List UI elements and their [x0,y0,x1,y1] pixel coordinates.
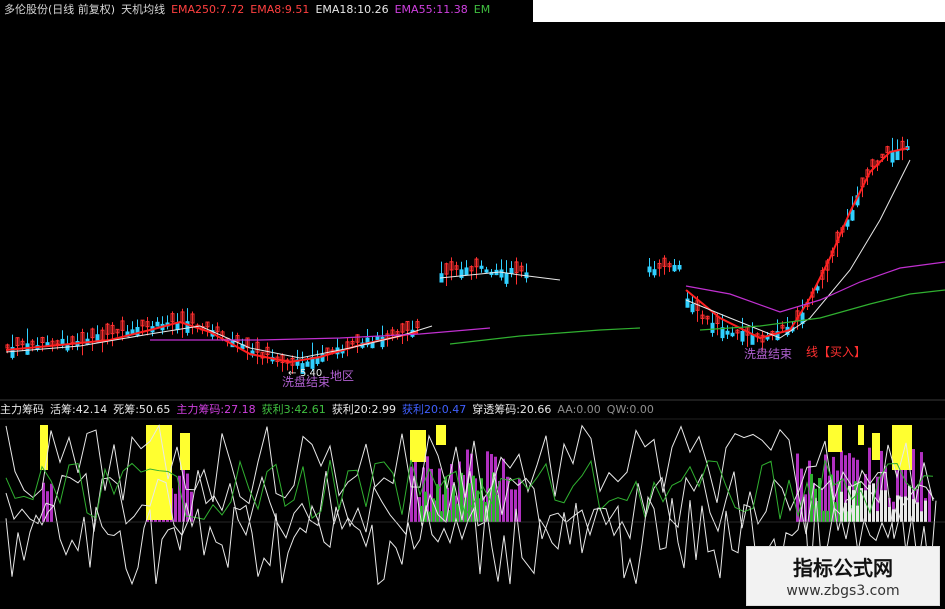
indicator-header-item: 活筹:42.14 [50,403,108,416]
indicator-header-item: AA:0.00 [557,403,601,416]
wash-end-tail-label: 地区 [330,369,354,383]
candle [677,264,682,270]
indicator-header-item: QW:0.00 [606,403,654,416]
candle [45,342,50,346]
yellow-chip-block [40,425,48,470]
penetrate-bar [924,500,927,522]
indicator-header-item: 获利20:2.99 [331,403,397,416]
yellow-chip-block [180,433,190,470]
penetrate-bar [876,511,879,522]
yellow-chip-block [828,425,842,452]
penetrate-bar [884,490,887,522]
header-item: 天机均线 [121,3,166,16]
candle [647,266,652,273]
candle [652,269,657,276]
candle [155,321,160,327]
candle [730,332,735,337]
chart-canvas[interactable]: ← 5.40 洗盘结束 地区 洗盘结束 线【买入】 [0,0,945,609]
main-chip-bar [46,491,49,522]
candle [720,327,725,339]
indicator-header-item: 主力筹码:27.18 [176,403,256,416]
candle [725,330,730,335]
candle [850,210,855,221]
candle [464,267,469,276]
watermark-box: 指标公式网 www.zbgs3.com [746,546,940,606]
header-item: EMA55:11.38 [394,3,468,16]
wash-end-label-left: 洗盘结束 [282,374,330,389]
indicator-header-item: 获利3:42.61 [261,403,326,416]
candle [740,330,745,342]
main-chip-bar [510,489,513,522]
candle [895,150,900,161]
yellow-chip-block [858,425,864,445]
penetrate-bar [864,490,867,522]
candle [509,268,514,274]
penetrate-bar [920,511,923,522]
candle [175,322,180,331]
wash-end-label-right: 洗盘结束 [744,346,792,361]
watermark-title: 指标公式网 [793,556,893,580]
buy-signal-label: 线【买入】 [806,345,866,359]
indicator-header-item: 主力筹码 [0,403,44,416]
main-chip-bar [186,473,189,522]
candle [750,334,755,345]
candle [479,265,484,269]
candle [504,272,509,284]
price-panel-header: 多伦股份(日线 前复权) 天机均线 EMA250:7.72 EMA8:9.51 EMA1… [4,2,496,18]
main-chip-bar [174,493,177,522]
header-item: 多伦股份(日线 前复权) [4,3,116,16]
indicator-header-item: 死筹:50.65 [113,403,171,416]
penetrate-bar [908,485,911,522]
candle [499,269,504,278]
header-gap-white [533,0,945,22]
penetrate-bar [856,505,859,522]
watermark-url: www.zbgs3.com [786,583,900,599]
candle [710,322,715,333]
header-item: EM [473,3,491,16]
yellow-chip-block [872,433,880,460]
candle [690,303,695,313]
candle [305,361,310,367]
candle [484,269,489,273]
candle [375,336,380,341]
header-item: EMA250:7.72 [171,3,245,16]
indicator-panel-header: 主力筹码 活筹:42.14 死筹:50.65 主力筹码:27.18 获利3:42.61 获… [0,402,660,418]
indicator-header-item: 穿透筹码:20.66 [472,403,552,416]
profit-bar [822,510,825,522]
main-chip-bar [50,483,53,522]
indicator-header-item: 获利20:0.47 [402,403,467,416]
penetrate-bar [916,502,919,522]
header-item: EMA18:10.26 [315,3,389,16]
yellow-chip-block [410,430,426,462]
profit-bar [826,510,829,522]
yellow-chip-block [436,425,446,445]
candle [672,265,677,272]
header-item: EMA8:9.51 [250,3,310,16]
candle [890,150,895,163]
